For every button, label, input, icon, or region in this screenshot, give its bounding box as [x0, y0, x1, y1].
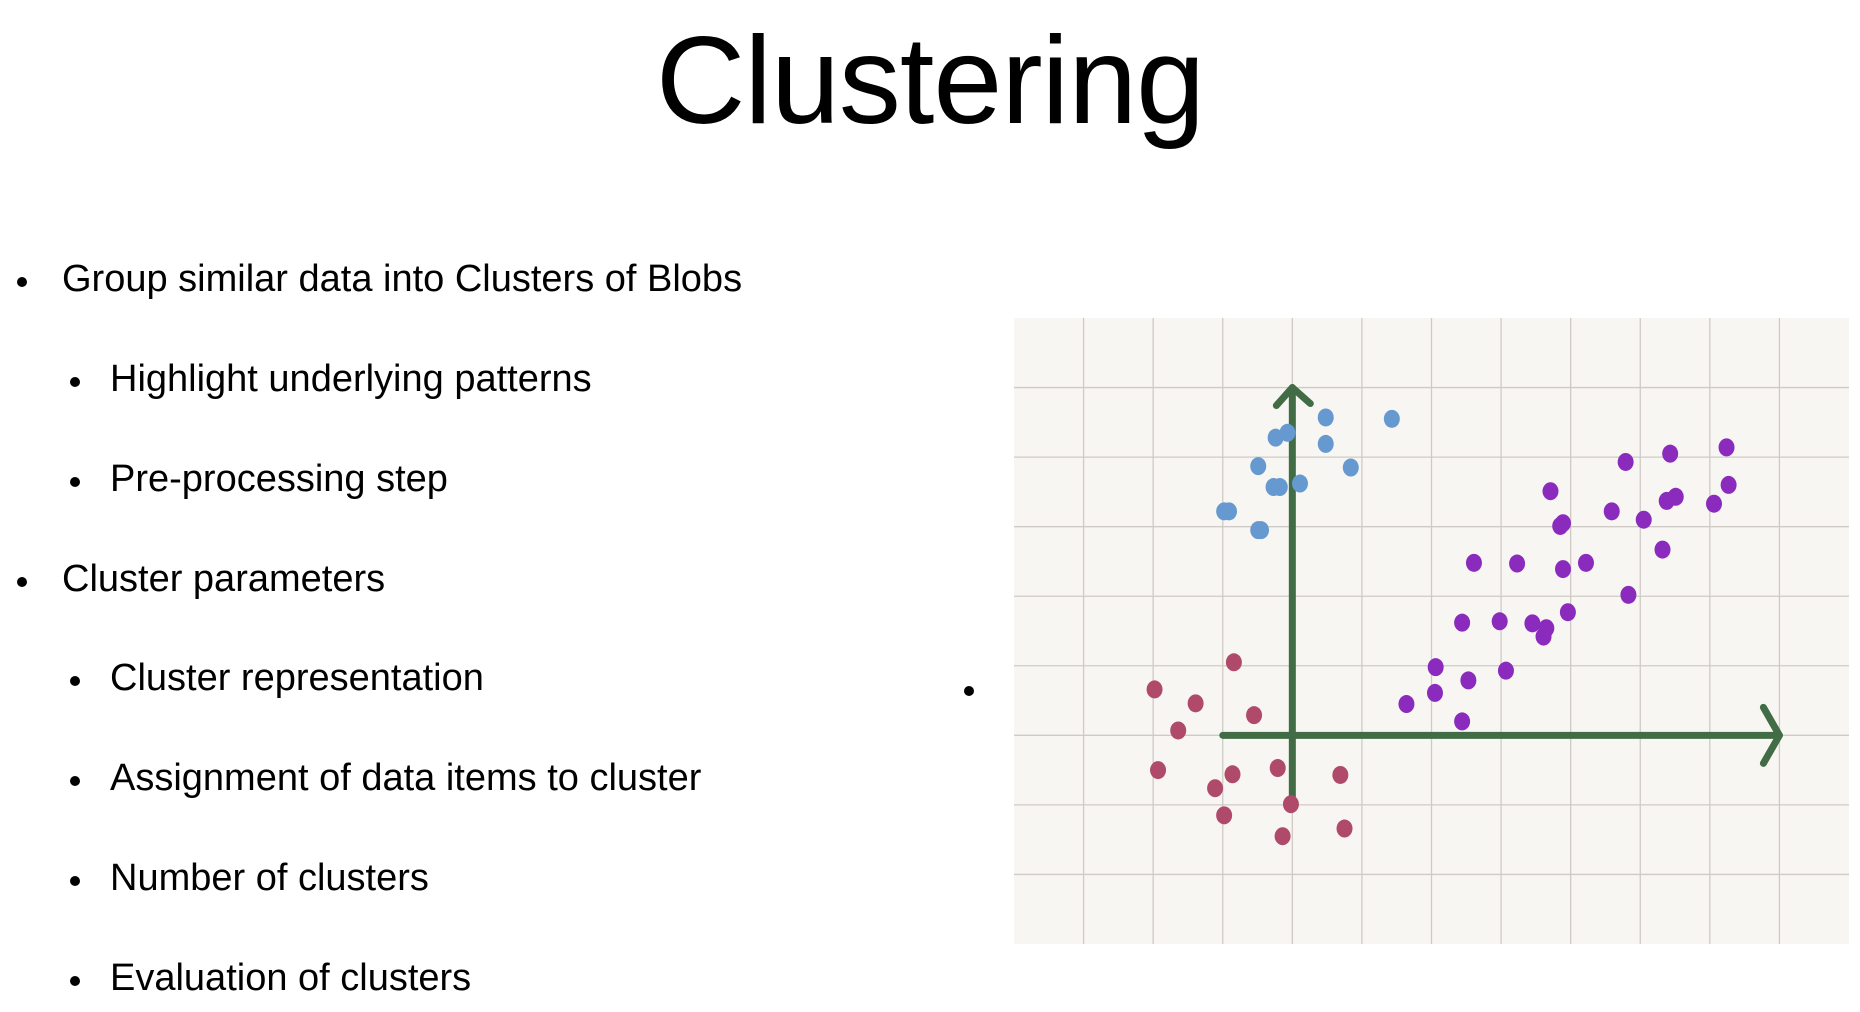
data-point-cluster-3: [1170, 721, 1187, 740]
bullet-text: Highlight underlying patterns: [110, 358, 592, 400]
data-point-cluster-3: [1150, 761, 1167, 780]
data-point-cluster-2: [1465, 553, 1482, 572]
bullet-icon: [17, 277, 27, 287]
bullet-text: Group similar data into Clusters of Blob…: [62, 258, 743, 300]
data-point-cluster-3: [1269, 759, 1286, 778]
bullet-item: Number of clusters: [70, 857, 429, 900]
data-point-cluster-2: [1577, 553, 1594, 572]
data-point-cluster-2: [1718, 438, 1735, 457]
data-point-cluster-2: [1398, 695, 1415, 714]
data-point-cluster-3: [1224, 765, 1241, 784]
bullet-text: Pre-processing step: [110, 458, 448, 500]
data-point-cluster-2: [1542, 482, 1559, 501]
data-point-cluster-1: [1253, 521, 1270, 540]
data-point-cluster-2: [1662, 444, 1679, 463]
data-point-cluster-2: [1427, 658, 1444, 677]
data-point-cluster-3: [1187, 694, 1204, 713]
bullet-item: Evaluation of clusters: [70, 957, 472, 1000]
data-point-cluster-2: [1617, 452, 1634, 471]
data-point-cluster-1: [1221, 502, 1238, 521]
bullet-item: Pre-processing step: [70, 458, 448, 501]
data-point-cluster-2: [1454, 712, 1471, 731]
data-point-cluster-2: [1454, 613, 1471, 632]
bullet-icon: [70, 776, 80, 786]
slide-title: Clustering: [655, 12, 1205, 150]
data-point-cluster-2: [1552, 516, 1569, 535]
data-point-cluster-2: [1654, 540, 1671, 559]
bullet-item: Cluster representation: [70, 657, 484, 700]
data-point-cluster-3: [1225, 653, 1242, 672]
bullet-icon: [70, 377, 80, 387]
bullet-item: Assignment of data items to cluster: [70, 757, 702, 800]
data-point-cluster-2: [1555, 560, 1572, 579]
data-point-cluster-1: [1317, 408, 1334, 427]
bullet-icon: [70, 477, 80, 487]
data-point-cluster-1: [1342, 458, 1359, 477]
data-point-cluster-1: [1291, 474, 1308, 493]
data-point-cluster-1: [1250, 457, 1267, 476]
data-point-cluster-3: [1332, 765, 1349, 784]
data-point-cluster-2: [1524, 614, 1541, 633]
bullet-icon: [17, 577, 27, 587]
scatter-chart: [1014, 318, 1849, 944]
data-point-cluster-2: [1497, 661, 1514, 680]
data-point-cluster-3: [1216, 806, 1233, 825]
bullet-text: Number of clusters: [110, 857, 429, 899]
data-point-cluster-3: [1146, 680, 1163, 699]
data-point-cluster-2: [1460, 671, 1477, 690]
empty-bullet-icon: [964, 686, 974, 696]
data-point-cluster-1: [1279, 423, 1296, 442]
bullet-icon: [70, 876, 80, 886]
data-point-cluster-2: [1706, 494, 1723, 513]
data-point-cluster-2: [1559, 603, 1576, 622]
data-point-cluster-1: [1317, 434, 1334, 453]
data-point-cluster-3: [1207, 779, 1224, 798]
data-point-cluster-2: [1491, 612, 1508, 631]
bullet-text: Cluster parameters: [62, 558, 386, 600]
data-point-cluster-1: [1383, 409, 1400, 428]
data-point-cluster-2: [1603, 502, 1620, 521]
data-point-cluster-1: [1271, 478, 1288, 497]
bullet-item: Highlight underlying patterns: [70, 358, 592, 401]
data-point-cluster-3: [1336, 819, 1353, 838]
bullet-text: Evaluation of clusters: [110, 957, 472, 999]
data-point-cluster-2: [1635, 510, 1652, 529]
bullet-text: Cluster representation: [110, 657, 484, 699]
data-point-cluster-2: [1620, 585, 1637, 604]
data-point-cluster-3: [1282, 795, 1299, 814]
bullet-item: Cluster parameters: [17, 558, 386, 601]
bullet-item: Group similar data into Clusters of Blob…: [17, 258, 743, 301]
data-point-cluster-3: [1274, 827, 1291, 846]
data-point-cluster-2: [1720, 475, 1737, 494]
data-point-cluster-2: [1509, 554, 1526, 573]
bullet-icon: [70, 676, 80, 686]
data-point-cluster-2: [1667, 487, 1684, 506]
bullet-icon: [70, 976, 80, 986]
data-point-cluster-3: [1246, 706, 1263, 725]
bullet-text: Assignment of data items to cluster: [110, 757, 702, 799]
data-point-cluster-2: [1535, 627, 1552, 646]
data-point-cluster-2: [1426, 683, 1443, 702]
